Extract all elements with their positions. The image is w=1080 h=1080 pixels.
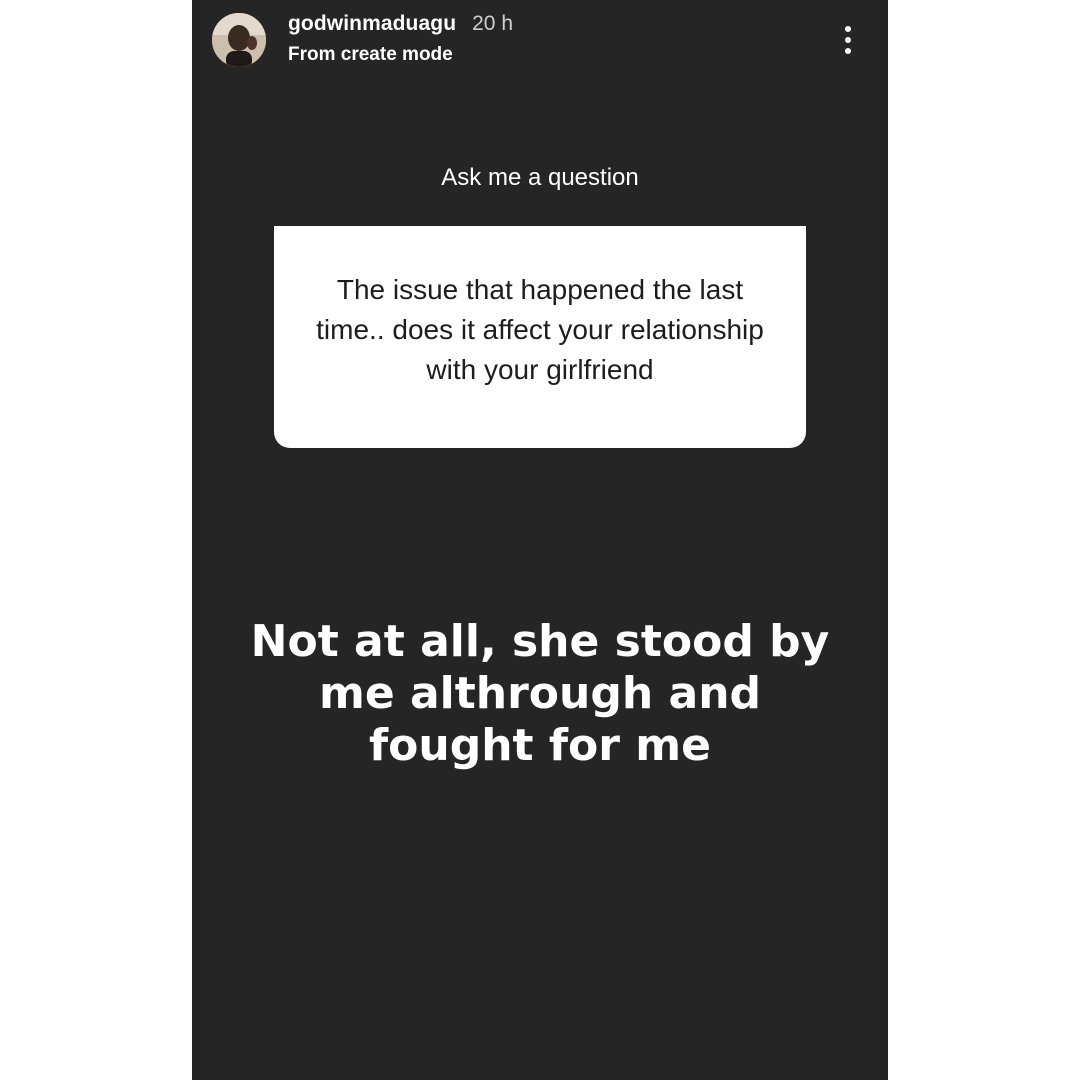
more-dot [845, 48, 851, 54]
answer-text: Not at all, she stood by me althrough an… [250, 616, 830, 771]
more-options-icon[interactable] [832, 20, 864, 60]
question-text: The issue that happened the last time.. … [316, 274, 764, 385]
user-info: godwinmaduagu 20 h From create mode [288, 12, 513, 66]
timestamp: 20 h [472, 12, 513, 35]
story-viewer[interactable]: godwinmaduagu 20 h From create mode Ask … [192, 0, 888, 1080]
more-dot [845, 26, 851, 32]
page: godwinmaduagu 20 h From create mode Ask … [0, 0, 1080, 1080]
story-header: godwinmaduagu 20 h From create mode [192, 0, 888, 80]
avatar[interactable] [212, 13, 266, 67]
create-mode-label[interactable]: From create mode [288, 44, 513, 66]
question-sticker[interactable]: The issue that happened the last time.. … [274, 226, 806, 448]
profile-photo-icon [212, 13, 266, 67]
question-sticker-label: Ask me a question [441, 164, 639, 191]
more-dot [845, 37, 851, 43]
user-line: godwinmaduagu 20 h [288, 12, 513, 42]
username[interactable]: godwinmaduagu [288, 12, 456, 36]
